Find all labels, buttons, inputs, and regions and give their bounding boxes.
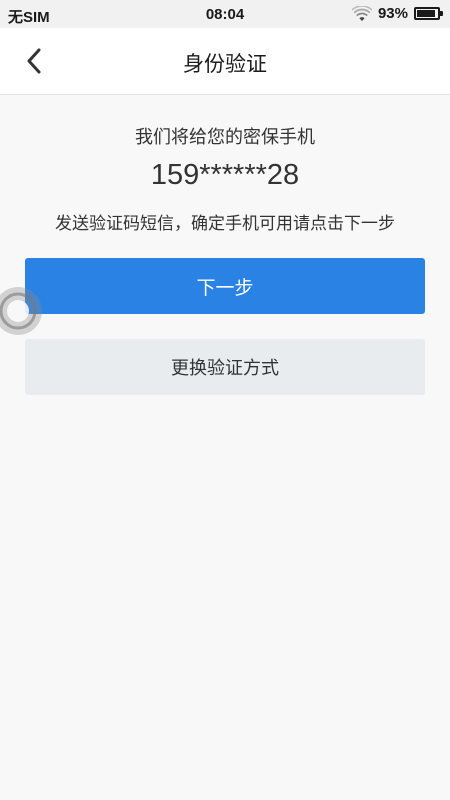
intro-text: 我们将给您的密保手机: [135, 127, 315, 148]
instruction-text: 发送验证码短信，确定手机可用请点击下一步: [55, 214, 395, 234]
switch-verification-method-button[interactable]: 更换验证方式: [25, 339, 425, 395]
battery-level-fill: [417, 10, 436, 17]
assistive-touch-button[interactable]: [0, 286, 46, 336]
assistive-touch-icon: [0, 287, 42, 335]
masked-phone-number: 159******28: [150, 159, 300, 191]
next-step-button[interactable]: 下一步: [25, 258, 425, 314]
page-title: 身份验证: [183, 52, 267, 76]
status-bar: 无SIM 08:04 93%: [0, 0, 450, 28]
screen: 无SIM 08:04 93% 身份验证 我们将给您的密保手机 159******…: [0, 0, 450, 800]
battery-icon: [414, 7, 443, 20]
wifi-icon: [351, 5, 372, 21]
header: 身份验证: [0, 28, 450, 95]
status-right-group: 93%: [351, 5, 443, 22]
battery-percent: 93%: [377, 5, 408, 22]
